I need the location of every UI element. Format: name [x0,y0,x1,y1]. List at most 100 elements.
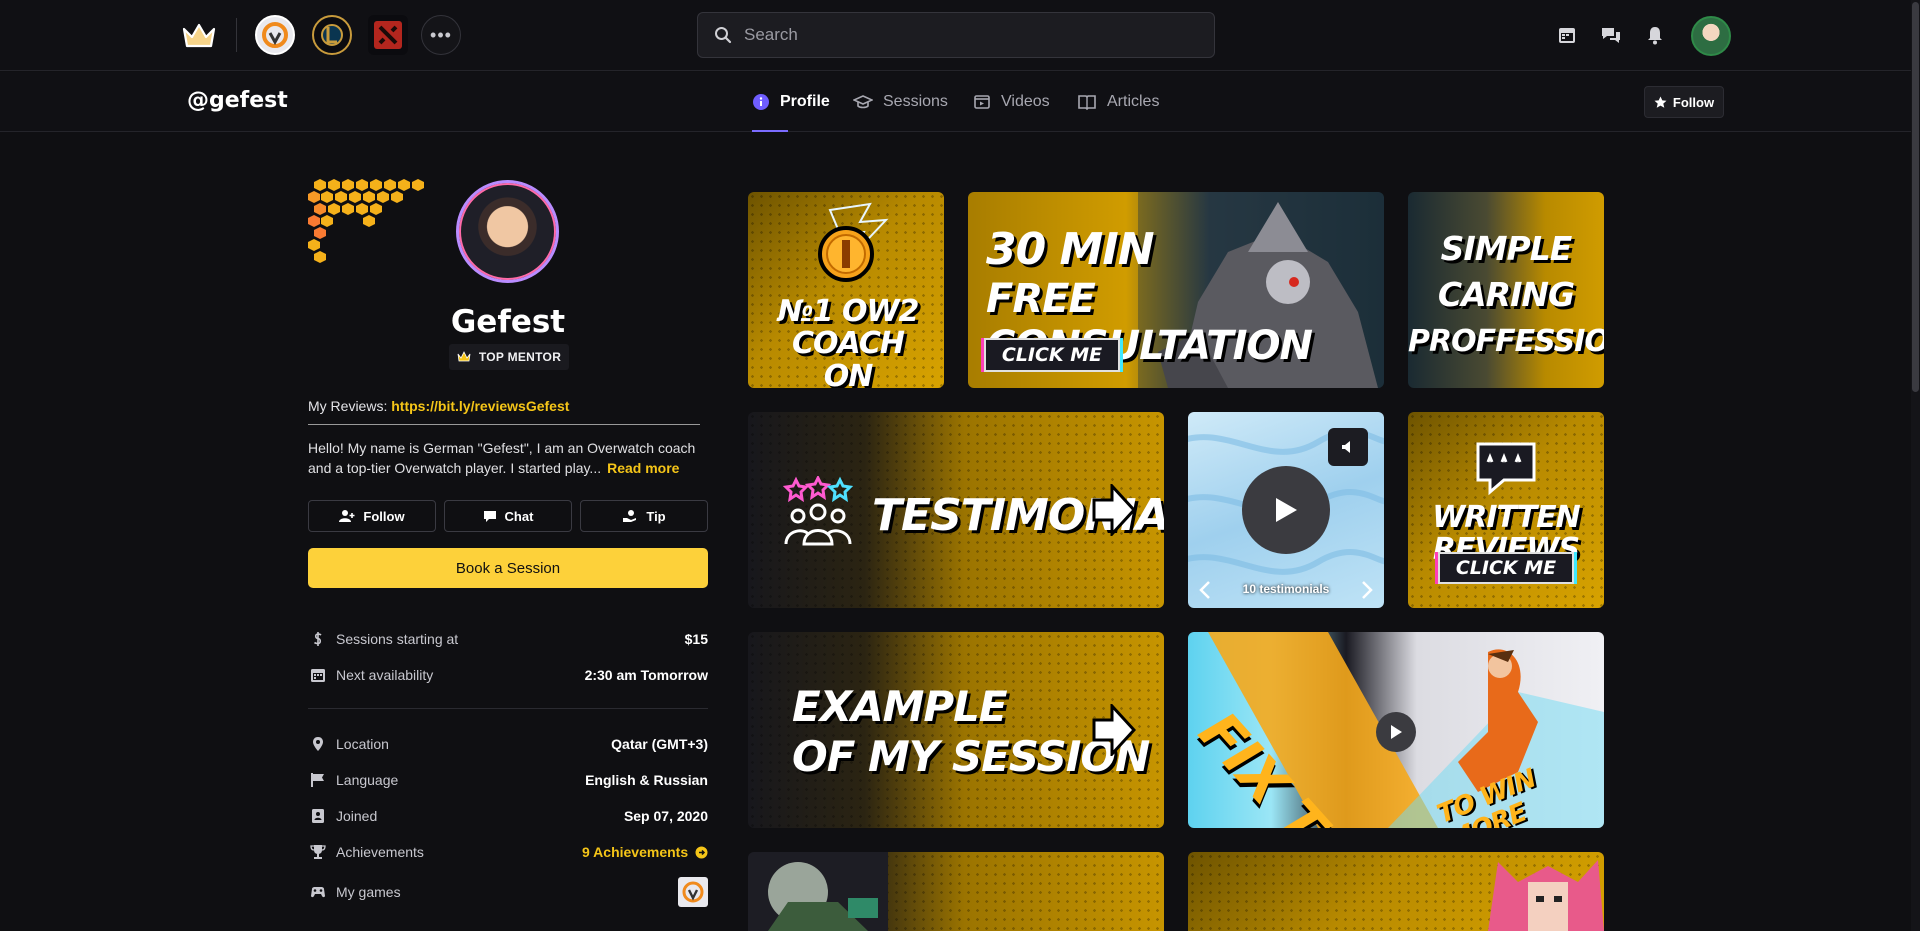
honeycomb-decoration [308,179,424,263]
coin-lightning-icon [818,202,889,282]
hand-coin-icon [623,510,637,522]
more-icon: ••• [430,24,452,45]
pixel-character-art [748,852,888,931]
search-bar[interactable] [697,12,1215,58]
read-more-link[interactable]: Read more [607,460,679,476]
tip-button[interactable]: Tip [580,500,708,532]
video-icon [974,95,990,109]
divider-line [308,424,700,425]
detail-label: Achievements [336,844,424,860]
tile-line: №1 OW2 COACH [777,294,920,362]
crown-logo-icon[interactable] [181,20,217,52]
stat-label: Sessions starting at [336,631,459,647]
stat-value: $15 [684,631,708,647]
tab-videos[interactable]: Videos [973,72,1050,132]
tile-written-reviews[interactable]: WRITTEN REVIEWS CLICK ME [1408,412,1604,608]
tile-top-coach[interactable]: №1 OW2 COACHON METAFY [748,192,944,388]
tile-free-consultation[interactable]: 30 MIN FREE CONSULTATION CLICK ME [968,192,1384,388]
tile-line: 30 MIN [986,224,1155,275]
play-icon [1276,498,1297,522]
chevron-right-icon[interactable] [1360,580,1374,600]
tab-profile[interactable]: Profile [752,72,830,132]
tab-label: Sessions [883,93,948,110]
tile-simple-caring[interactable]: SIMPLE CARING PROFFESSIONAL [1408,192,1604,388]
more-games-button[interactable]: ••• [421,15,461,55]
arrow-circle-icon [695,846,708,859]
tile-anime-row4[interactable] [1188,852,1604,931]
tile-example-session[interactable]: EXAMPLE OF MY SESSION [748,632,1164,828]
detail-value: Qatar (GMT+3) [611,736,708,752]
chat-label: Chat [504,508,534,524]
arrow-right-icon [1092,704,1136,756]
testimonial-count: 10 testimonials [1242,582,1330,596]
league-of-legends-game-icon[interactable] [312,15,352,55]
book-session-button[interactable]: Book a Session [308,548,708,588]
dota-game-icon[interactable] [368,15,408,55]
follow-label: Follow [1672,94,1715,110]
profile-name: Gefest [450,304,566,340]
detail-value[interactable]: 9 Achievements [582,844,708,860]
bell-icon[interactable] [1644,24,1666,46]
tile-character-row4[interactable] [748,852,1164,931]
anime-character-art [1488,860,1604,931]
detail-my-games: My games [308,877,708,907]
chevron-left-icon[interactable] [1198,580,1212,600]
tab-label: Videos [1001,93,1050,110]
gamepad-icon [311,887,325,898]
chat-bubble-icon [483,511,496,522]
tile-line: PROFFESSIONAL [1408,324,1604,360]
stat-value: 2:30 am Tomorrow [584,667,708,683]
user-avatar[interactable] [1691,16,1731,56]
dollar-icon [313,632,322,646]
detail-achievements[interactable]: Achievements 9 Achievements [308,841,708,863]
speaker-icon [1342,441,1350,453]
tile-testimonials[interactable]: TESTIMONIALS [748,412,1164,608]
chat-icon[interactable] [1600,24,1622,46]
detail-joined: Joined Sep 07, 2020 [308,805,708,827]
scrollbar-thumb[interactable] [1912,2,1919,392]
tile-title: №1 OW2 COACHON METAFY [762,294,934,388]
flag-icon [311,773,324,787]
mute-button[interactable] [1328,428,1368,466]
stat-sessions-price: Sessions starting at $15 [308,628,708,650]
search-icon [715,27,732,44]
tab-label: Articles [1107,93,1160,110]
tab-articles[interactable]: Articles [1077,72,1159,132]
consult-click-me-button[interactable]: CLICK ME [984,338,1120,372]
trophy-icon [310,845,326,859]
fix-this-video[interactable]: FIX THIS TO WIN MORE [1188,632,1604,828]
section-divider [308,708,708,709]
badge-label: TOP MENTOR [478,350,562,364]
top-mentor-badge: TOP MENTOR [449,344,569,370]
play-button[interactable] [1376,712,1416,752]
testimonials-video-carousel[interactable]: 10 testimonials [1188,412,1384,608]
achievements-count: 9 Achievements [582,844,689,860]
graduation-cap-icon [853,95,873,109]
detail-label: Language [336,772,399,788]
calendar-icon[interactable] [1556,24,1578,46]
overwatch-game-icon[interactable] [678,877,708,907]
tab-sessions[interactable]: Sessions [853,72,948,132]
search-input[interactable] [744,25,1184,45]
page-scrollbar[interactable] [1911,0,1920,931]
overwatch-game-icon[interactable] [255,15,295,55]
reviews-link[interactable]: https://bit.ly/reviewsGefest [391,398,569,414]
detail-label: Joined [336,808,378,824]
follow-button[interactable]: Follow [308,500,436,532]
profile-bio: Hello! My name is German "Gefest", I am … [308,438,708,478]
tile-title: SIMPLE CARING PROFFESSIONAL [1408,226,1604,363]
tile-line: CARING [1437,274,1575,314]
play-icon [1391,725,1402,739]
stat-label: Next availability [336,667,434,683]
chat-button[interactable]: Chat [444,500,572,532]
profile-avatar [456,180,559,283]
follow-button-top[interactable]: Follow [1644,86,1724,118]
reviews-click-me-button[interactable]: CLICK ME [1438,552,1574,584]
star-icon [1654,96,1667,108]
add-user-icon [339,510,355,522]
group-users-icon [782,476,854,546]
play-button[interactable] [1242,466,1330,554]
detail-value: English & Russian [585,772,708,788]
profile-subnav: @gefest Profile Sessions Videos Articles… [0,72,1920,132]
divider [236,18,237,52]
